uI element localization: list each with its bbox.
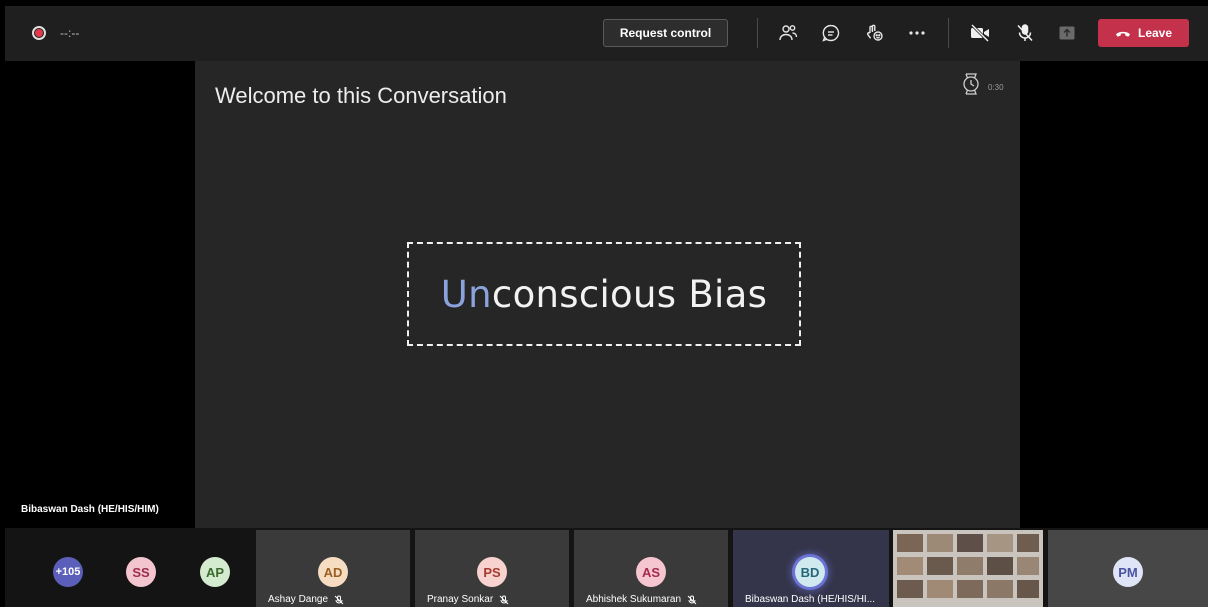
- more-participants-badge[interactable]: +105: [53, 557, 83, 587]
- recording-icon: [32, 26, 46, 40]
- slide-timer-label: 0:30: [988, 83, 1004, 92]
- video-cell: [1017, 580, 1039, 598]
- participant-tile-speaking[interactable]: BD Bibaswan Dash (HE/HIS/HI...: [733, 530, 889, 607]
- video-cell: [987, 580, 1013, 598]
- slide-headline-frame: Unconscious Bias: [407, 242, 801, 346]
- headline-highlight: Un: [440, 272, 492, 316]
- meeting-toolbar: --:-- Request control Leave: [5, 6, 1208, 61]
- participant-tile[interactable]: PS Pranay Sonkar: [415, 530, 569, 607]
- participant-name: Pranay Sonkar: [427, 594, 509, 605]
- participant-name-text: Pranay Sonkar: [427, 594, 494, 605]
- video-cell: [957, 557, 983, 575]
- participant-name-text: Ashay Dange: [268, 594, 329, 605]
- camera-off-icon[interactable]: [969, 22, 991, 44]
- phone-hangup-icon: [1115, 31, 1130, 37]
- meeting-timer: --:--: [60, 26, 80, 40]
- mic-off-icon: [499, 595, 509, 604]
- leave-label: Leave: [1137, 26, 1173, 40]
- participant-avatar: AS: [636, 557, 666, 587]
- participant-video-thumbnail[interactable]: [893, 530, 1043, 607]
- participant-avatar: AD: [318, 557, 348, 587]
- video-cell: [897, 580, 923, 598]
- shared-content-stage: Welcome to this Conversation 0:30 Uncons…: [5, 61, 1208, 528]
- share-icon[interactable]: [1056, 22, 1078, 44]
- toolbar-divider: [757, 18, 758, 48]
- video-cell: [957, 580, 983, 598]
- toolbar-divider: [948, 18, 949, 48]
- participant-avatar: BD: [795, 557, 825, 587]
- video-cell: [927, 580, 953, 598]
- leave-button[interactable]: Leave: [1098, 19, 1189, 47]
- mic-off-icon: [687, 595, 697, 604]
- mic-off-icon[interactable]: [1014, 22, 1036, 44]
- video-cell: [1017, 534, 1039, 552]
- video-cell: [1017, 557, 1039, 575]
- participant-name: Ashay Dange: [268, 594, 344, 605]
- participant-name-text: Abhishek Sukumaran: [586, 594, 682, 605]
- reactions-icon[interactable]: [863, 22, 885, 44]
- stopwatch-icon: [963, 73, 979, 95]
- video-cell: [987, 534, 1013, 552]
- participant-tile[interactable]: AS Abhishek Sukumaran: [574, 530, 728, 607]
- participant-avatar[interactable]: SS: [126, 557, 156, 587]
- headline-rest: conscious Bias: [491, 272, 768, 316]
- participants-icon[interactable]: [777, 22, 799, 44]
- presentation-slide: Welcome to this Conversation 0:30 Uncons…: [195, 61, 1020, 528]
- slide-title: Welcome to this Conversation: [215, 83, 507, 108]
- participant-avatar[interactable]: AP: [200, 557, 230, 587]
- presenter-name: Bibaswan Dash (HE/HIS/HIM): [21, 504, 159, 515]
- participants-strip: +105 SS AP AD Ashay Dange PS Pranay Sonk…: [5, 528, 1208, 607]
- participant-avatar: PM: [1113, 557, 1143, 587]
- video-cell: [927, 557, 953, 575]
- participant-avatar: PS: [477, 557, 507, 587]
- chat-icon[interactable]: [820, 22, 842, 44]
- mic-off-icon: [334, 595, 344, 604]
- video-cell: [927, 534, 953, 552]
- video-cell: [897, 534, 923, 552]
- request-control-button[interactable]: Request control: [603, 19, 728, 47]
- participant-tile[interactable]: AD Ashay Dange: [256, 530, 410, 607]
- slide-headline: Unconscious Bias: [441, 273, 767, 316]
- participant-tile[interactable]: PM: [1048, 530, 1208, 607]
- participant-name: Bibaswan Dash (HE/HIS/HI...: [745, 594, 876, 605]
- video-cell: [957, 534, 983, 552]
- more-icon[interactable]: [906, 22, 928, 44]
- video-cell: [897, 557, 923, 575]
- video-cell: [987, 557, 1013, 575]
- participant-name: Abhishek Sukumaran: [586, 594, 697, 605]
